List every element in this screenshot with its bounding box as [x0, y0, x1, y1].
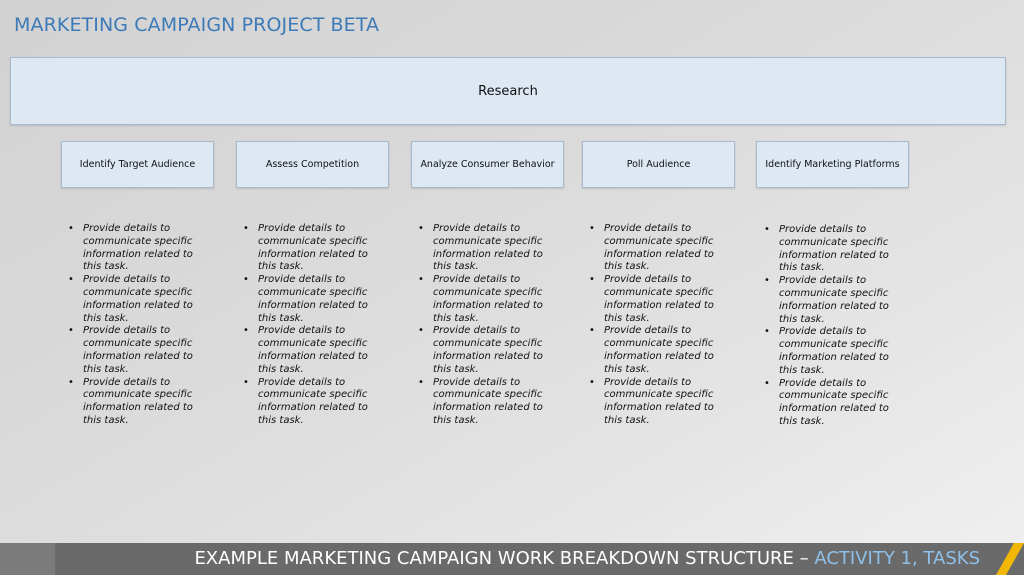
footer-bar: EXAMPLE MARKETING CAMPAIGN WORK BREAKDOW…	[0, 543, 1024, 575]
detail-item: • Provide details to communicate specific…	[764, 377, 889, 427]
detail-item: • Provide details to communicate specific…	[764, 326, 889, 376]
detail-item: • Provide details to communicate specific…	[243, 223, 368, 273]
detail-item: • Provide details to communicate specific…	[589, 325, 714, 375]
detail-item: • Provide details to communicate specific…	[418, 274, 543, 324]
bullet-icon: •	[418, 223, 424, 234]
detail-item: • Provide details to communicate specific…	[243, 325, 368, 375]
task-label: Poll Audience	[626, 159, 691, 170]
bullet-icon: •	[764, 275, 770, 287]
bullet-icon: •	[68, 376, 74, 388]
detail-item: • Provide details to communicate specific…	[764, 224, 889, 274]
bullet-icon: •	[243, 325, 249, 337]
bullet-icon: •	[764, 326, 770, 338]
footer-title-main: EXAMPLE MARKETING CAMPAIGN WORK BREAKDOW…	[194, 548, 815, 569]
bullet-icon: •	[589, 325, 595, 337]
task-details-list: • Provide details to communicate specific…	[589, 223, 734, 428]
detail-item: • Provide details to communicate specific…	[589, 376, 714, 426]
bullet-icon: •	[243, 223, 249, 234]
task-details-list: • Provide details to communicate specific…	[418, 223, 563, 428]
task-box-analyze-consumer-behavior: Analyze Consumer Behavior	[411, 141, 564, 188]
detail-item: • Provide details to communicate specific…	[243, 376, 368, 426]
task-details-list: • Provide details to communicate specific…	[764, 224, 909, 429]
detail-item: • Provide details to communicate specific…	[243, 274, 368, 324]
detail-item: • Provide details to communicate specific…	[418, 325, 543, 375]
bullet-icon: •	[589, 376, 595, 388]
bullet-icon: •	[764, 377, 770, 389]
detail-item: • Provide details to communicate specific…	[68, 223, 193, 273]
detail-item: • Provide details to communicate specific…	[68, 325, 193, 375]
bullet-icon: •	[418, 325, 424, 337]
task-details-list: • Provide details to communicate specific…	[243, 223, 388, 428]
bullet-icon: •	[68, 223, 74, 234]
wbs-root-label: Research	[478, 83, 538, 99]
task-box-poll-audience: Poll Audience	[582, 141, 735, 188]
detail-item: • Provide details to communicate specific…	[589, 223, 714, 273]
task-label: Identify Target Audience	[79, 159, 196, 170]
detail-item: • Provide details to communicate specific…	[418, 376, 543, 426]
detail-item: • Provide details to communicate specific…	[68, 274, 193, 324]
bullet-icon: •	[418, 376, 424, 388]
detail-item: • Provide details to communicate specific…	[764, 275, 889, 325]
bullet-icon: •	[418, 274, 424, 286]
detail-item: • Provide details to communicate specific…	[589, 274, 714, 324]
detail-item: • Provide details to communicate specific…	[68, 376, 193, 426]
detail-item: • Provide details to communicate specific…	[418, 223, 543, 273]
task-box-identify-target-audience: Identify Target Audience	[61, 141, 214, 188]
task-label: Assess Competition	[265, 159, 360, 170]
bullet-icon: •	[68, 274, 74, 286]
footer-title: EXAMPLE MARKETING CAMPAIGN WORK BREAKDOW…	[194, 548, 980, 569]
footer-title-accent: ACTIVITY 1, TASKS	[814, 548, 980, 569]
wbs-root-box: Research	[10, 57, 1006, 125]
task-label: Identify Marketing Platforms	[765, 159, 900, 170]
task-label: Analyze Consumer Behavior	[420, 159, 555, 170]
bullet-icon: •	[764, 224, 770, 235]
task-box-identify-marketing-platforms: Identify Marketing Platforms	[756, 141, 909, 188]
footer-left-block	[0, 543, 55, 575]
diagonal-stripe-icon	[996, 543, 1024, 575]
bullet-icon: •	[68, 325, 74, 337]
bullet-icon: •	[243, 274, 249, 286]
task-box-assess-competition: Assess Competition	[236, 141, 389, 188]
bullet-icon: •	[589, 274, 595, 286]
bullet-icon: •	[589, 223, 595, 234]
page-title: MARKETING CAMPAIGN PROJECT BETA	[14, 14, 380, 36]
task-details-list: • Provide details to communicate specific…	[68, 223, 213, 428]
bullet-icon: •	[243, 376, 249, 388]
